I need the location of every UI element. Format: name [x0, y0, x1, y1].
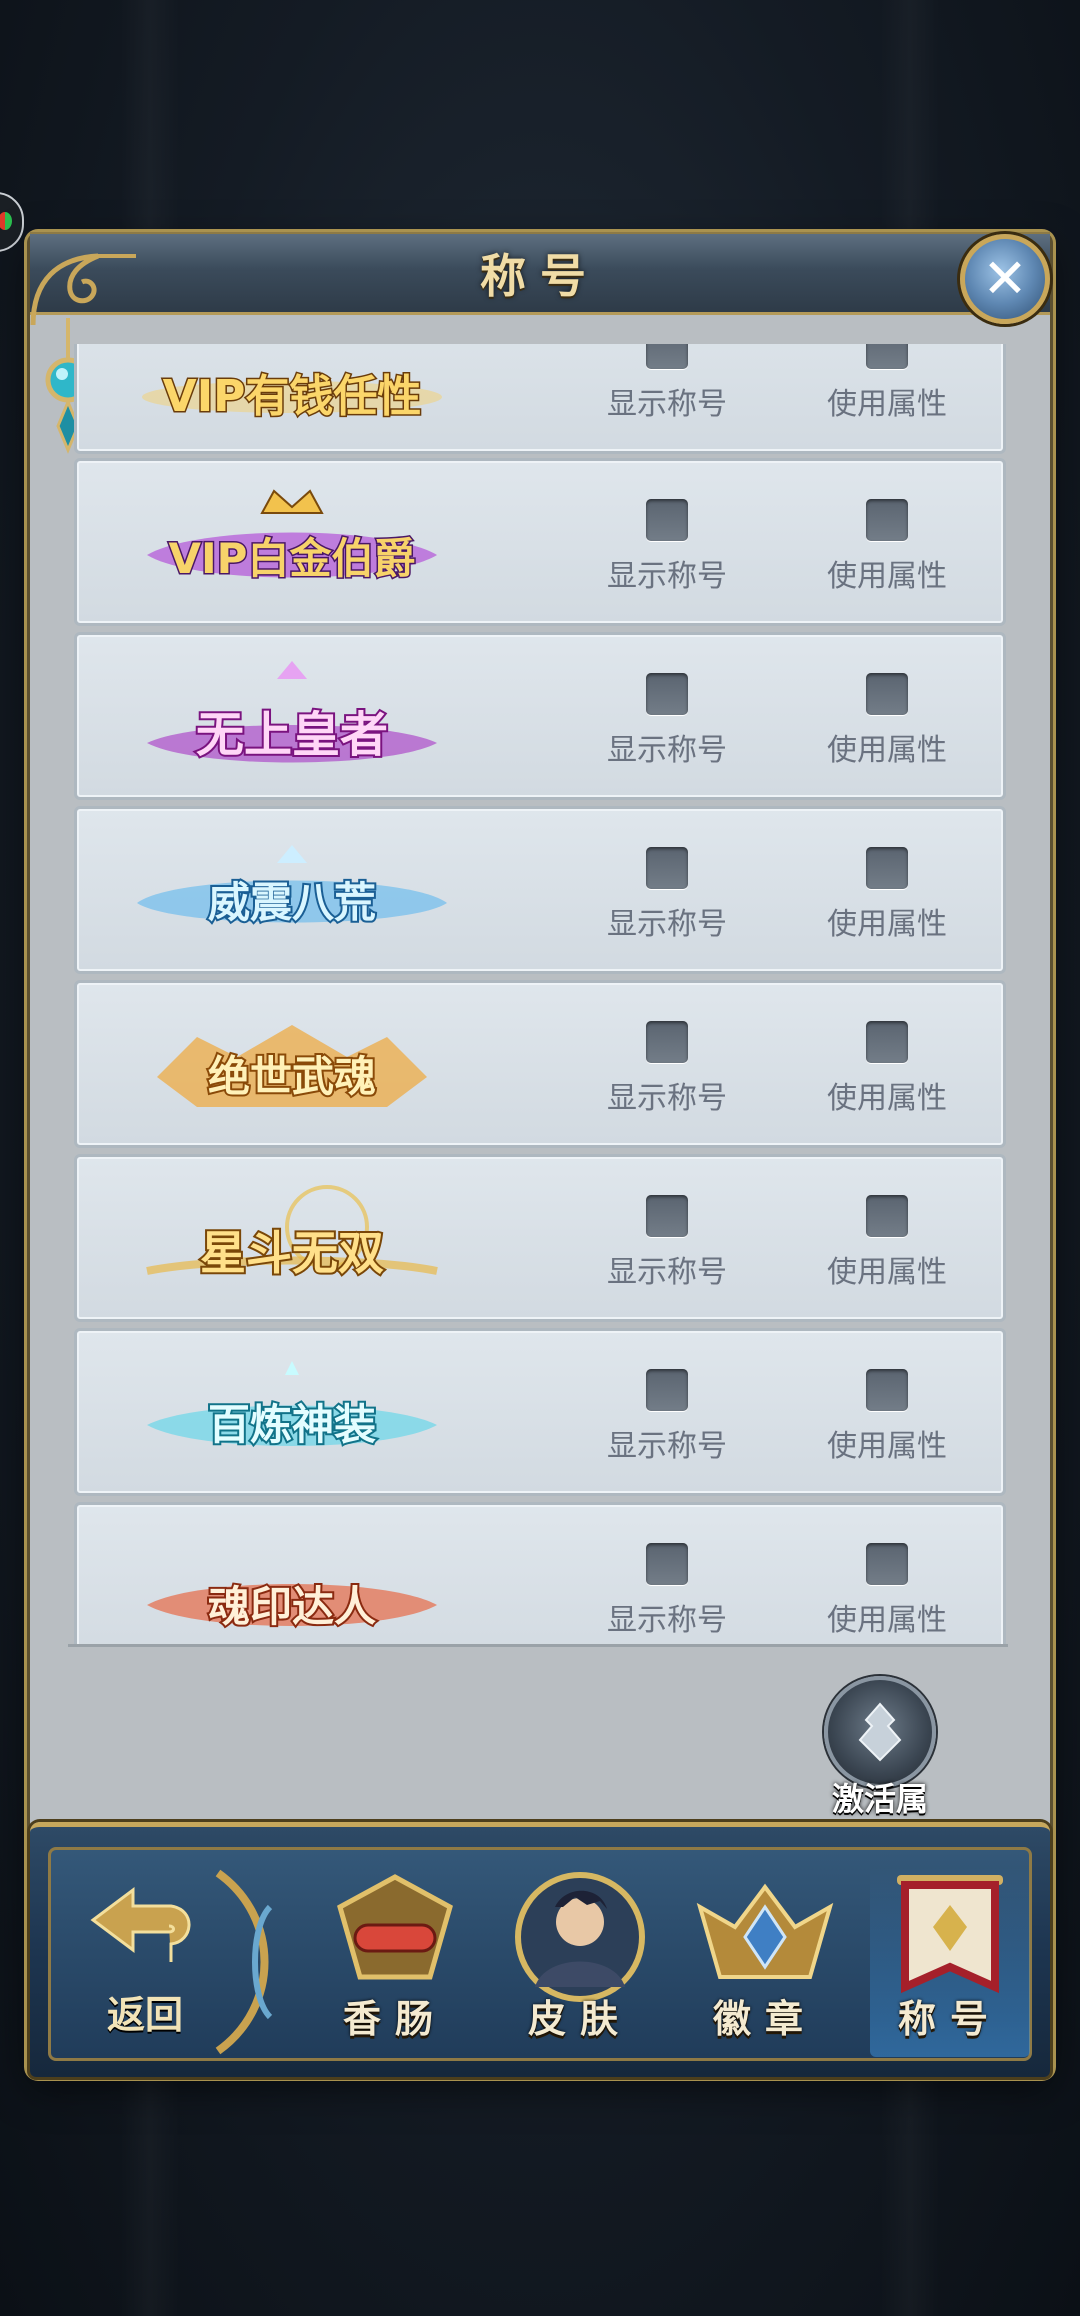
title-row: 威震八荒 显示称号 使用属性 [74, 806, 1006, 974]
tab-label: 称号 [897, 1996, 1002, 2041]
page-title: 称号 [480, 249, 600, 303]
close-button[interactable]: ✕ [960, 234, 1050, 324]
title-badge-text: VIP有钱任性 [163, 371, 422, 422]
bow-divider-icon [215, 1869, 273, 2055]
title-badge-text: VIP白金伯爵 [169, 534, 416, 583]
crown-icon [260, 489, 324, 514]
title-badge: 绝世武魂 [157, 1025, 427, 1107]
title-row: VIP白金伯爵 显示称号 使用属性 [74, 458, 1006, 626]
title-badge-text: 无上皇者 [196, 707, 388, 763]
use-attribute-checkbox[interactable] [866, 1543, 908, 1585]
title-row: VIP有钱任性 显示称号 使用属性 [74, 344, 1006, 454]
use-attribute-label: 使用属性 [827, 1429, 947, 1464]
show-title-checkbox[interactable] [646, 344, 688, 369]
title-row: 星斗无双 显示称号 使用属性 [74, 1154, 1006, 1322]
back-button[interactable]: 返回 [70, 1882, 220, 2052]
show-title-label: 显示称号 [607, 387, 727, 422]
use-attribute-checkbox[interactable] [866, 1021, 908, 1063]
show-title-label: 显示称号 [607, 733, 727, 768]
title-row: 无上皇者 显示称号 使用属性 [74, 632, 1006, 800]
status-indicator [0, 192, 24, 252]
show-title-checkbox[interactable] [646, 1195, 688, 1237]
title-badge: 百炼神装 [147, 1361, 437, 1451]
show-title-checkbox[interactable] [646, 673, 688, 715]
show-title-label: 显示称号 [607, 1255, 727, 1290]
title-row: 魂印达人 显示称号 使用属性 [74, 1502, 1006, 1644]
tab-skin[interactable]: 皮肤 [505, 1867, 655, 2057]
use-attribute-label: 使用属性 [827, 1081, 947, 1116]
use-attribute-label: 使用属性 [827, 387, 947, 422]
tab-sausage[interactable]: 香肠 [320, 1867, 470, 2057]
title-badge-text: 绝世武魂 [208, 1052, 376, 1101]
show-title-label: 显示称号 [607, 1081, 727, 1116]
title-badge-text: 星斗无双 [200, 1226, 384, 1280]
activate-orb [824, 1676, 936, 1788]
use-attribute-label: 使用属性 [827, 559, 947, 594]
use-attribute-checkbox[interactable] [866, 673, 908, 715]
use-attribute-label: 使用属性 [827, 1255, 947, 1290]
crown-icon [277, 661, 307, 679]
title-badge: VIP有钱任性 [142, 370, 442, 424]
tab-title[interactable]: 称号 [870, 1867, 1030, 2057]
title-row: 百炼神装 显示称号 使用属性 [74, 1328, 1006, 1496]
show-title-checkbox[interactable] [646, 1369, 688, 1411]
show-title-label: 显示称号 [607, 907, 727, 942]
tab-label: 香肠 [342, 1996, 447, 2041]
use-attribute-label: 使用属性 [827, 907, 947, 942]
title-badge: 魂印达人 [147, 1580, 437, 1633]
use-attribute-label: 使用属性 [827, 733, 947, 768]
bottom-nav-bar: 返回 香肠 皮肤 徽章 称号 [30, 1822, 1050, 2077]
show-title-checkbox[interactable] [646, 1543, 688, 1585]
use-attribute-checkbox[interactable] [866, 1369, 908, 1411]
show-title-label: 显示称号 [607, 1429, 727, 1464]
tab-label: 徽章 [712, 1996, 817, 2041]
use-attribute-checkbox[interactable] [866, 1195, 908, 1237]
use-attribute-checkbox[interactable] [866, 847, 908, 889]
title-badge-text: 威震八荒 [208, 878, 376, 927]
title-badge: 威震八荒 [137, 845, 447, 929]
use-attribute-checkbox[interactable] [866, 344, 908, 369]
tab-badge[interactable]: 徽章 [690, 1867, 840, 2057]
show-title-checkbox[interactable] [646, 499, 688, 541]
title-list[interactable]: VIP有钱任性 显示称号 使用属性 VIP白金伯爵 显示称号 使用属性 无上皇者… [68, 344, 1008, 1647]
use-attribute-checkbox[interactable] [866, 499, 908, 541]
close-icon: ✕ [982, 247, 1028, 310]
title-badge: 无上皇者 [147, 661, 437, 765]
back-arrow-icon [90, 1887, 191, 1962]
crest-icon [858, 1702, 902, 1762]
use-attribute-label: 使用属性 [827, 1603, 947, 1638]
title-bar: 称号 [30, 232, 1050, 315]
back-label: 返回 [106, 1992, 183, 2037]
show-title-label: 显示称号 [607, 1603, 727, 1638]
title-badge-text: 百炼神装 [208, 1400, 376, 1449]
title-badge-text: 魂印达人 [208, 1582, 376, 1631]
activate-attribute-button[interactable]: 激活属性 [820, 1676, 940, 1864]
show-title-checkbox[interactable] [646, 1021, 688, 1063]
show-title-checkbox[interactable] [646, 847, 688, 889]
title-badge: VIP白金伯爵 [147, 489, 437, 585]
title-badge: 星斗无双 [146, 1185, 438, 1282]
show-title-label: 显示称号 [607, 559, 727, 594]
title-row: 绝世武魂 显示称号 使用属性 [74, 980, 1006, 1148]
tab-label: 皮肤 [527, 1996, 632, 2041]
